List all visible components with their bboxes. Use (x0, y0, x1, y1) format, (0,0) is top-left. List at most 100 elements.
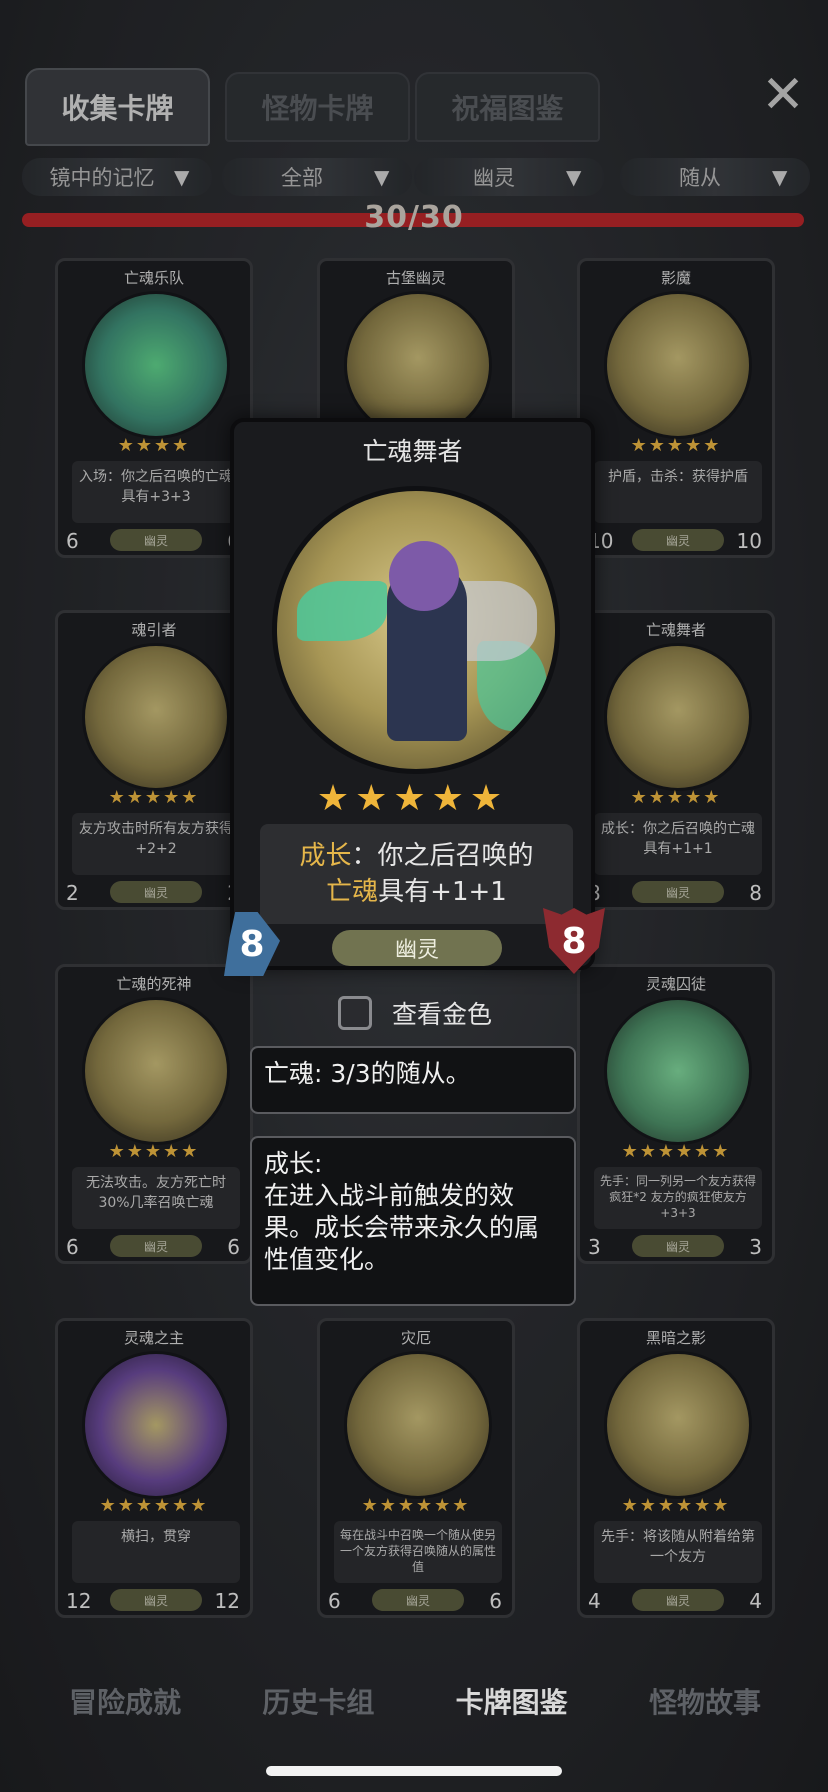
top-tabs: 收集卡牌 怪物卡牌 祝福图鉴 (25, 68, 725, 152)
tab-monster-cards[interactable]: 怪物卡牌 (225, 72, 410, 142)
card-title: 古堡幽灵 (385, 269, 446, 287)
card-title: 亡魂乐队 (123, 269, 184, 287)
featured-card-desc: 成长：你之后召唤的 亡魂具有+1+1 (260, 824, 573, 924)
card-title: 亡魂舞者 (645, 621, 706, 639)
card[interactable]: 亡魂舞者 ★★★★★ 成长：你之后召唤的亡魂具有+1+1 8 幽灵 8 (577, 610, 775, 910)
funnel-icon: ▼ (374, 165, 390, 189)
card-title: 黑暗之影 (645, 1329, 706, 1347)
tooltip-growth: 成长: 在进入战斗前触发的效果。成长会带来永久的属性值变化。 (250, 1136, 576, 1306)
card-stars: ★★★★★★ (361, 1495, 471, 1516)
card-title: 灵魂囚徒 (645, 975, 706, 993)
tab-label: 收集卡牌 (61, 92, 174, 125)
card-health: 6 (227, 1235, 240, 1259)
card-attack: 12 (66, 1589, 92, 1613)
card-tag: 幽灵 (632, 881, 724, 903)
card-stars: ★★★★★★ (621, 1495, 731, 1516)
filter-source[interactable]: 镜中的记忆 ▼ (22, 158, 212, 196)
tooltip-undead: 亡魂: 3/3的随从。 (250, 1046, 576, 1114)
card[interactable]: 影魔 ★★★★★ 护盾，击杀：获得护盾 10 幽灵 10 (577, 258, 775, 558)
nav-achievements[interactable]: 冒险成就 (40, 1681, 210, 1721)
nav-card-gallery[interactable]: 卡牌图鉴 (427, 1681, 597, 1721)
card[interactable]: 灵魂囚徒 ★★★★★★ 先手：同一列另一个友方获得疯狂*2 友方的疯狂使友方+3… (577, 964, 775, 1264)
card-title: 魂引者 (131, 621, 177, 639)
progress-count: 30/30 (364, 200, 464, 235)
tab-collect-cards[interactable]: 收集卡牌 (25, 68, 210, 146)
golden-checkbox[interactable] (338, 996, 372, 1030)
card-attack: 2 (66, 881, 79, 905)
view-golden-toggle[interactable]: 查看金色 (338, 995, 492, 1031)
desc-text: ：你之后召唤的 (351, 841, 534, 871)
card-attack: 6 (328, 1589, 341, 1613)
card-art (344, 291, 492, 439)
nav-history-decks[interactable]: 历史卡组 (233, 1681, 403, 1721)
card-desc: 每在战斗中召唤一个随从使另一个友方获得召唤随从的属性值 (334, 1521, 502, 1583)
card-health: 12 (214, 1589, 240, 1613)
card-tag: 幽灵 (372, 1589, 464, 1611)
card-attack: 6 (66, 1235, 79, 1259)
featured-card-title: 亡魂舞者 (362, 437, 463, 466)
card-title: 亡魂的死神 (116, 975, 192, 993)
card-health: 10 (736, 529, 762, 553)
card-stars: ★★★★★★ (99, 1495, 209, 1516)
card-tag: 幽灵 (632, 1589, 724, 1611)
tooltip-body: 在进入战斗前触发的效果。成长会带来永久的属性值变化。 (264, 1181, 540, 1274)
filter-category[interactable]: 随从 ▼ (620, 158, 810, 196)
card-health: 4 (749, 1589, 762, 1613)
card-stars: ★★★★★ (630, 435, 722, 456)
golden-label: 查看金色 (392, 1000, 493, 1029)
card-desc: 先手：同一列另一个友方获得疯狂*2 友方的疯狂使友方+3+3 (594, 1167, 762, 1229)
keyword-growth: 成长 (299, 841, 352, 871)
card[interactable]: 灵魂之主 ★★★★★★ 横扫，贯穿 12 幽灵 12 (55, 1318, 253, 1618)
tab-label: 怪物卡牌 (261, 92, 374, 125)
ghost-wisp (297, 581, 387, 641)
bottom-nav: 冒险成就 历史卡组 卡牌图鉴 怪物故事 (40, 1668, 790, 1734)
card-title: 灾厄 (400, 1329, 431, 1347)
card-tag: 幽灵 (632, 529, 724, 551)
card-desc: 护盾，击杀：获得护盾 (594, 461, 762, 523)
card-attack: 3 (588, 1235, 601, 1259)
card-stars: ★★★★ (117, 435, 191, 456)
card-tag: 幽灵 (632, 1235, 724, 1257)
card-desc: 入场：你之后召唤的亡魂具有+3+3 (72, 461, 240, 523)
home-indicator[interactable] (266, 1766, 562, 1776)
filter-bar: 镜中的记忆 ▼ 全部 ▼ 幽灵 ▼ 随从 ▼ (22, 158, 812, 198)
card-tag: 幽灵 (110, 1589, 202, 1611)
card-health: 8 (749, 881, 762, 905)
card-art (82, 997, 230, 1145)
card[interactable]: 灾厄 ★★★★★★ 每在战斗中召唤一个随从使另一个友方获得召唤随从的属性值 6 … (317, 1318, 515, 1618)
card-attack: 4 (588, 1589, 601, 1613)
card-art (82, 291, 230, 439)
close-icon[interactable]: ✕ (758, 65, 808, 125)
tab-blessing-gallery[interactable]: 祝福图鉴 (415, 72, 600, 142)
card-desc: 先手：将该随从附着给第一个友方 (594, 1521, 762, 1583)
card-art (344, 1351, 492, 1499)
card[interactable]: 黑暗之影 ★★★★★★ 先手：将该随从附着给第一个友方 4 幽灵 4 (577, 1318, 775, 1618)
card-tag: 幽灵 (110, 1235, 202, 1257)
card-desc: 成长：你之后召唤的亡魂具有+1+1 (594, 813, 762, 875)
card-desc: 无法攻击。友方死亡时30%几率召唤亡魂 (72, 1167, 240, 1229)
card-tag: 幽灵 (110, 881, 202, 903)
funnel-icon: ▼ (772, 165, 788, 189)
card[interactable]: 亡魂的死神 ★★★★★ 无法攻击。友方死亡时30%几率召唤亡魂 6 幽灵 6 (55, 964, 253, 1264)
card-stars: ★★★★★ (108, 787, 200, 808)
filter-rarity[interactable]: 全部 ▼ (222, 158, 412, 196)
featured-card-art (272, 486, 560, 774)
card-attack: 6 (66, 529, 79, 553)
card[interactable]: 亡魂乐队 ★★★★ 入场：你之后召唤的亡魂具有+3+3 6 幽灵 6 (55, 258, 253, 558)
card-health: 6 (489, 1589, 502, 1613)
card-desc: 横扫，贯穿 (72, 1521, 240, 1583)
card-art (604, 997, 752, 1145)
featured-card[interactable]: 亡魂舞者 ★★★★★ 成长：你之后召唤的 亡魂具有+1+1 8 幽灵 8 (224, 418, 605, 976)
card-art (82, 643, 230, 791)
nav-monster-stories[interactable]: 怪物故事 (620, 1681, 790, 1721)
desc-text: 具有+1+1 (378, 877, 507, 907)
card-art (82, 1351, 230, 1499)
filter-label: 随从 (679, 166, 721, 190)
funnel-icon: ▼ (174, 165, 190, 189)
filter-type[interactable]: 幽灵 ▼ (414, 158, 604, 196)
dancer-head (389, 541, 459, 611)
keyword-undead: 亡魂 (326, 877, 379, 907)
card-tag: 幽灵 (110, 529, 202, 551)
card[interactable]: 魂引者 ★★★★★ 友方攻击时所有友方获得+2+2 2 幽灵 2 (55, 610, 253, 910)
card-art (604, 643, 752, 791)
